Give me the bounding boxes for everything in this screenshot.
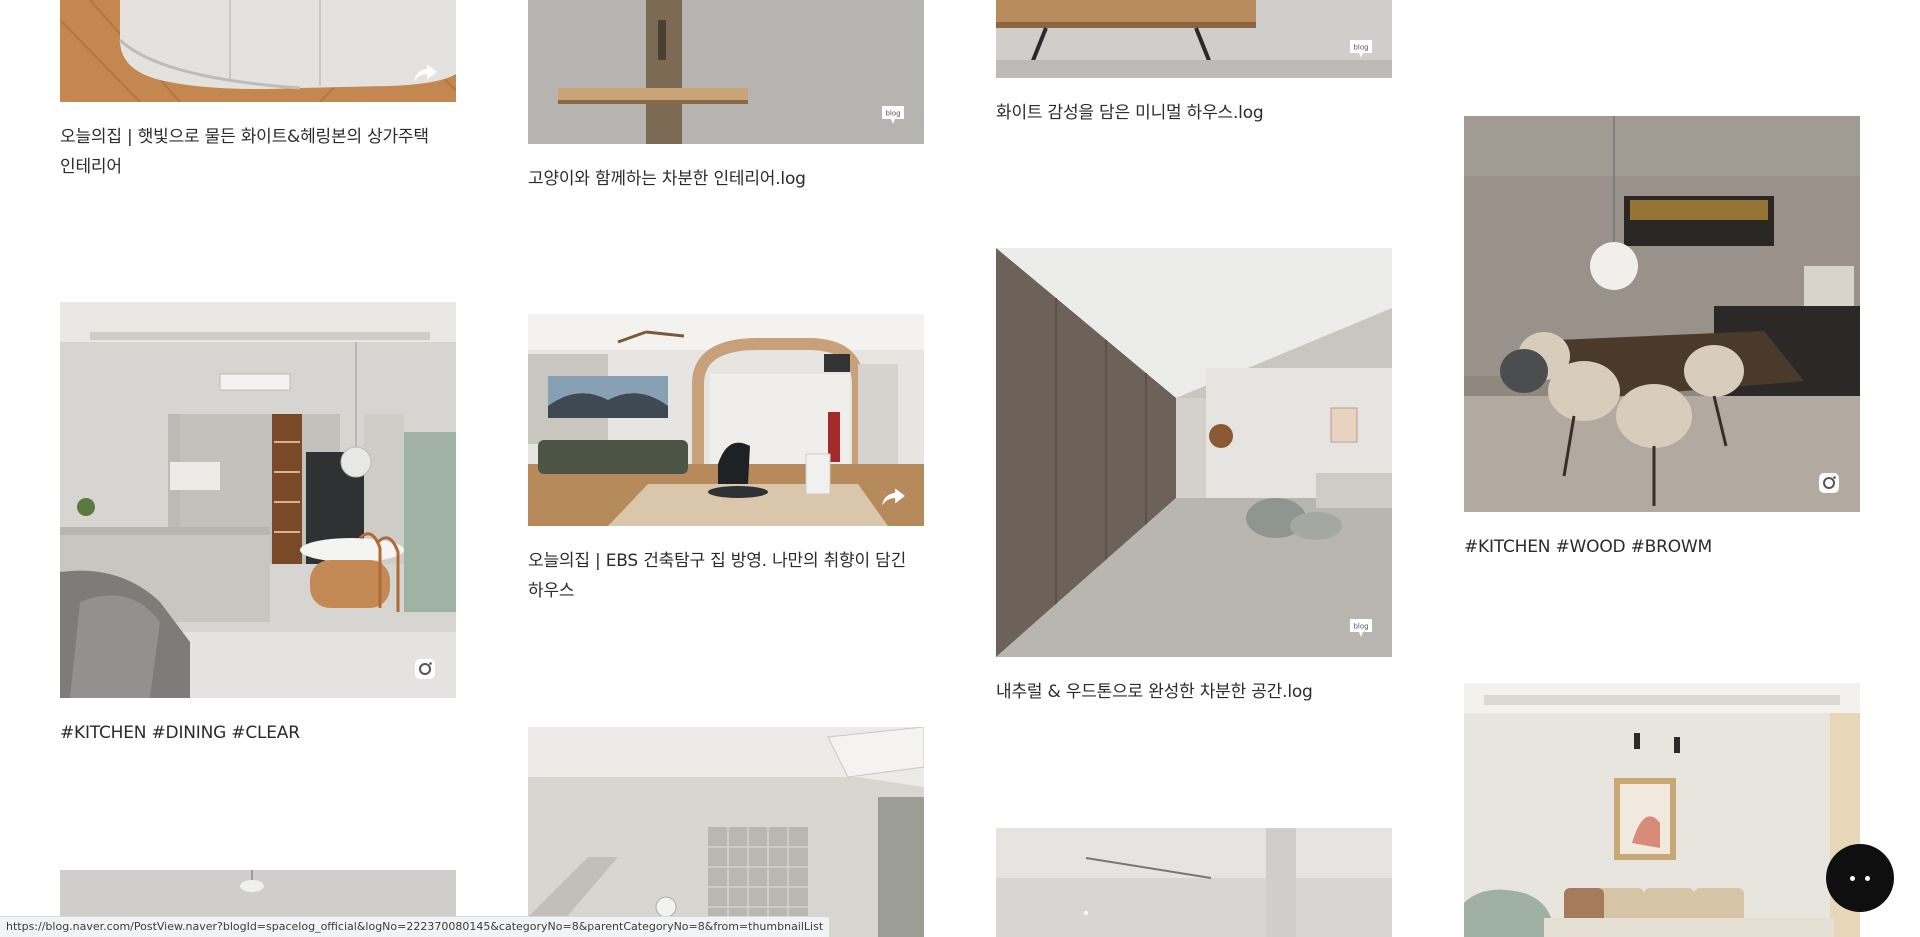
card-caption[interactable]: 오늘의집 | 햇빛으로 물든 화이트&헤링본의 상가주택 인테리어: [60, 122, 456, 182]
ceiling-photo: [996, 828, 1392, 937]
living-room-photo: [528, 314, 924, 526]
instagram-icon[interactable]: [412, 658, 438, 680]
table-photo: [996, 0, 1392, 78]
card-thumbnail[interactable]: blog: [528, 0, 924, 144]
share-icon[interactable]: [412, 62, 438, 84]
card-thumbnail[interactable]: blog: [996, 0, 1392, 78]
share-icon[interactable]: [880, 486, 906, 508]
card-thumbnail[interactable]: [528, 314, 924, 526]
card-caption[interactable]: 내추럴 & 우드톤으로 완성한 차분한 공간.log: [996, 677, 1392, 707]
card-thumbnail[interactable]: [1464, 683, 1860, 937]
card-caption[interactable]: #KITCHEN #DINING #CLEAR: [60, 718, 456, 748]
svg-text:blog: blog: [1353, 623, 1368, 631]
card-thumbnail[interactable]: [528, 727, 924, 937]
blog-icon[interactable]: blog: [1348, 38, 1374, 60]
card-thumbnail[interactable]: [60, 0, 456, 102]
card-thumbnail[interactable]: [996, 828, 1392, 937]
sofa-photo: [60, 0, 456, 102]
menu-dot-icon: [1865, 875, 1870, 881]
floating-menu-button[interactable]: [1826, 844, 1894, 912]
blog-icon[interactable]: blog: [880, 104, 906, 126]
cat-tower-photo: [528, 0, 924, 144]
instagram-icon[interactable]: [1816, 472, 1842, 494]
card-caption[interactable]: #KITCHEN #WOOD #BROWM: [1464, 532, 1860, 562]
menu-dot-icon: [1850, 875, 1855, 881]
hallway-photo: [996, 248, 1392, 657]
gallery-page: 오늘의집 | 햇빛으로 물든 화이트&헤링본의 상가주택 인테리어 #KITCH…: [0, 0, 1920, 937]
card-caption[interactable]: 오늘의집 | EBS 건축탐구 집 방영. 나만의 취향이 담긴 하우스: [528, 546, 924, 606]
card-caption[interactable]: 고양이와 함께하는 차분한 인테리어.log: [528, 164, 924, 194]
card-thumbnail[interactable]: blog: [996, 248, 1392, 657]
blog-icon[interactable]: blog: [1348, 617, 1374, 639]
kitchen-photo: [60, 302, 456, 698]
card-thumbnail[interactable]: [1464, 116, 1860, 512]
svg-text:blog: blog: [885, 110, 900, 118]
svg-text:blog: blog: [1353, 44, 1368, 52]
card-caption[interactable]: 화이트 감성을 담은 미니멀 하우스.log: [996, 98, 1392, 128]
card-thumbnail[interactable]: [60, 302, 456, 698]
lounge-photo: [1464, 683, 1860, 937]
status-bar-url: https://blog.naver.com/PostView.naver?bl…: [0, 916, 831, 937]
dining-photo: [1464, 116, 1860, 512]
stair-hall-photo: [528, 727, 924, 937]
